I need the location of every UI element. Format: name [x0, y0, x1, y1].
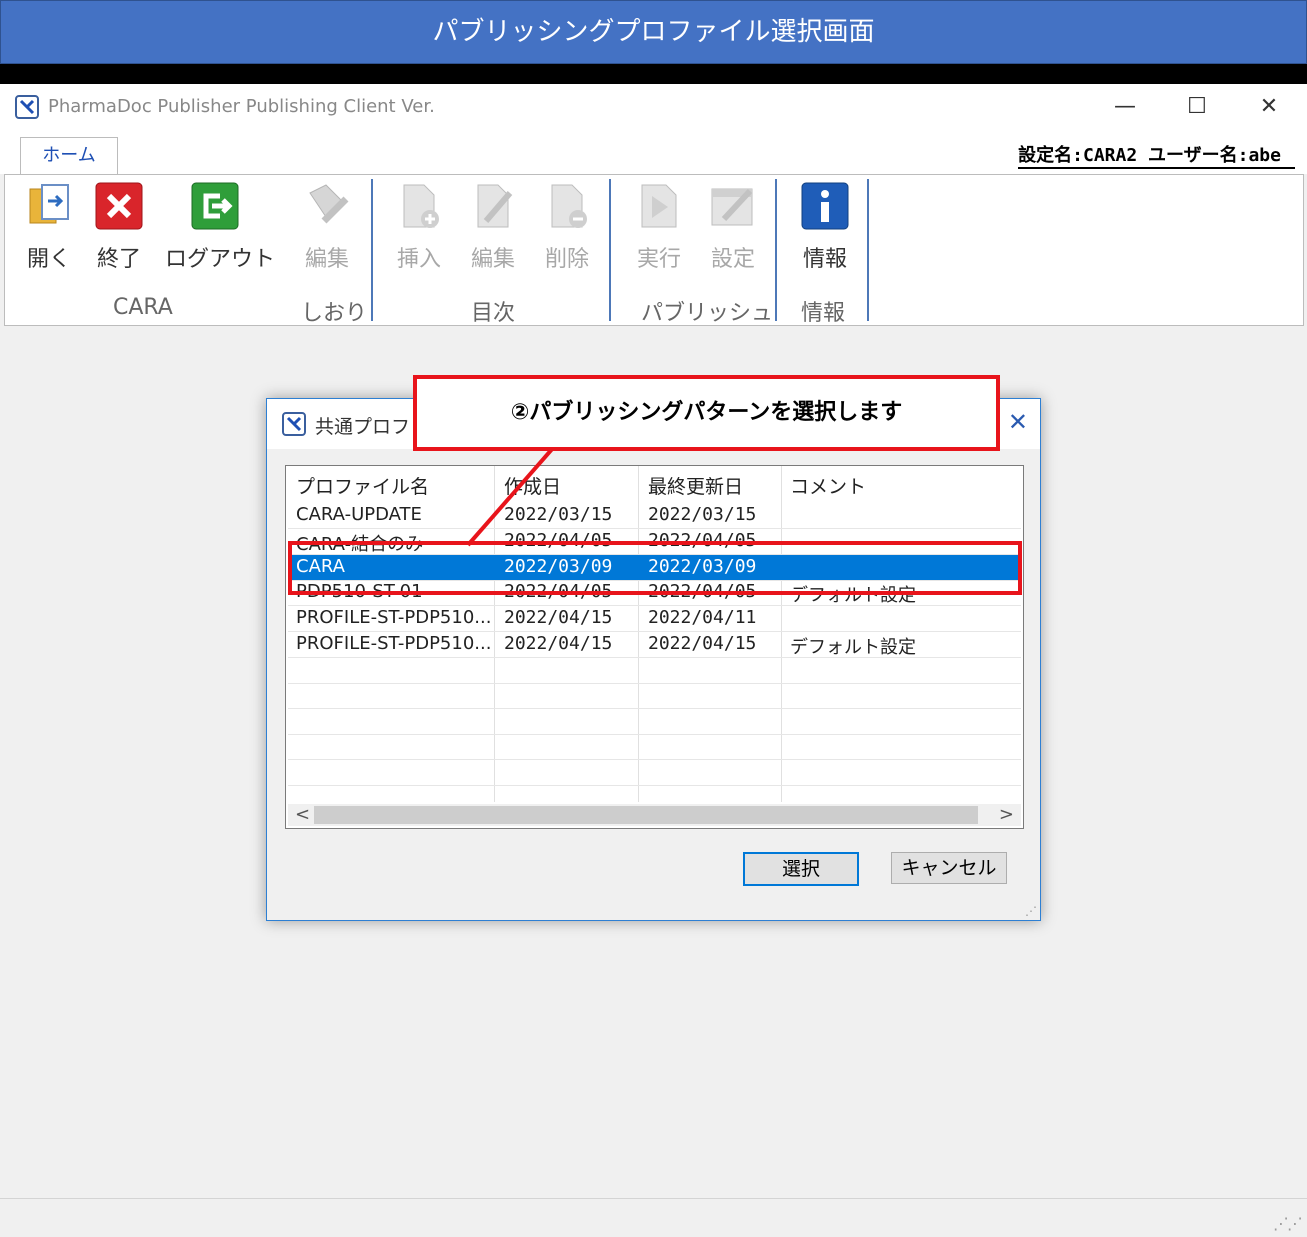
callout-connector-line [466, 446, 555, 547]
selection-highlight-box [288, 541, 1022, 595]
annotation-callout: ②パブリッシングパターンを選択します [413, 375, 1000, 451]
